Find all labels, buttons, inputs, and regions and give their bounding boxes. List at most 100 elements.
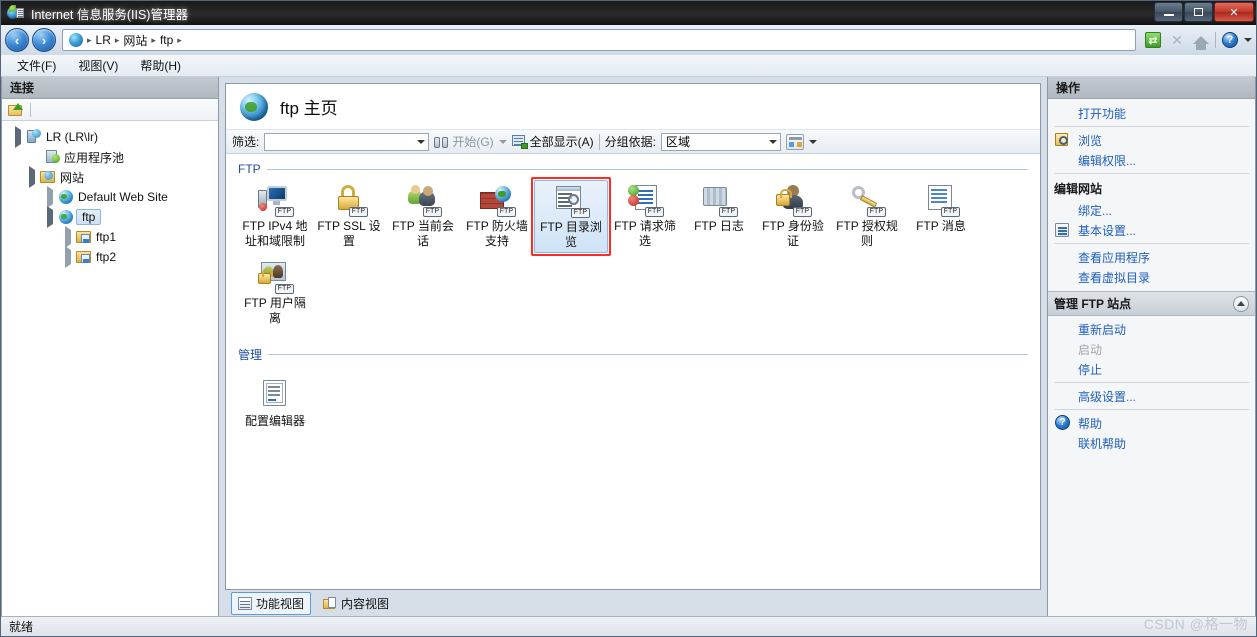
breadcrumb-separator: ▸ [114,34,120,45]
menu-item-file[interactable]: 文件(F) [17,57,56,74]
minimize-button[interactable] [1154,2,1183,22]
section-title: 管理 [238,348,263,362]
tree-item-default-web-site[interactable]: Default Web Site [6,186,214,208]
feature-ftp-authorization-rules[interactable]: FTP FTP 授权规则 [830,180,904,253]
action-view-applications[interactable]: 查看应用程序 [1048,247,1255,267]
tree-item-ftp[interactable]: ftp [6,206,214,228]
action-label: 浏览 [1078,133,1103,148]
configuration-editor-icon [258,379,292,411]
action-label: 帮助 [1078,416,1103,431]
expander-closed-icon[interactable] [47,186,53,208]
feature-ftp-ssl-settings[interactable]: FTP FTP SSL 设置 [312,180,386,253]
feature-label: FTP 日志 [694,219,744,233]
expander-open-icon[interactable] [47,206,53,228]
expander-open-icon[interactable] [29,166,35,188]
feature-label: FTP 请求筛选 [614,219,676,248]
nav-toolbar: ⇄ ✕ ? [1139,30,1252,50]
tree-item-app-pools[interactable]: 应用程序池 [6,147,214,167]
feature-ftp-messages[interactable]: FTP FTP 消息 [904,180,978,253]
features-view-icon [238,596,252,610]
actions-divider [1054,409,1249,410]
view-mode-button[interactable] [786,133,805,150]
group-by-select[interactable]: 区域 [661,132,782,151]
collapse-chevron-icon[interactable] [1233,295,1249,312]
tab-features-view[interactable]: 功能视图 [231,591,312,615]
tree-item-sites[interactable]: 网站 [6,166,214,188]
action-edit-permissions[interactable]: 编辑权限... [1048,150,1255,170]
expander-closed-icon[interactable] [65,226,71,248]
breadcrumb-item-sites[interactable]: 网站 [123,32,147,49]
website-globe-icon [58,189,74,205]
view-tab-bar: 功能视图 内容视图 [225,590,1041,616]
help-button[interactable]: ? [1220,30,1240,50]
action-stop[interactable]: 停止 [1048,359,1255,379]
server-icon [26,129,42,145]
action-bindings[interactable]: 绑定... [1048,200,1255,220]
feature-ftp-firewall-support[interactable]: FTP FTP 防火墙支持 [460,180,534,253]
action-label: 重新启动 [1078,322,1127,337]
menu-item-help[interactable]: 帮助(H) [140,57,181,74]
feature-ftp-directory-browsing[interactable]: FTP FTP 目录浏览 [531,177,611,256]
stop-button[interactable]: ✕ [1167,30,1187,50]
chevron-down-icon[interactable] [769,139,778,144]
feature-configuration-editor[interactable]: 配置编辑器 [238,375,312,431]
filter-input[interactable] [264,132,430,151]
action-view-virtual-directories[interactable]: 查看虚拟目录 [1048,267,1255,287]
action-advanced-settings[interactable]: 高级设置... [1048,386,1255,406]
connections-tree: LR (LR\lr) 应用程序池 网站 Default Web Site ftp… [2,121,218,616]
home-button[interactable] [1191,30,1211,50]
close-button[interactable]: ✕ [1214,2,1254,22]
iis-manager-window: Internet 信息服务(IIS)管理器 ✕ ‹ › ▸ LR ▸ 网站 ▸ … [0,0,1257,637]
expander-open-icon[interactable] [15,126,21,148]
action-open-feature[interactable]: 打开功能 [1048,103,1255,123]
ftp-feature-grid: FTP FTP IPv4 地址和域限制 FTP FTP SSL 设置 FTP F… [238,177,1028,332]
action-restart[interactable]: 重新启动 [1048,319,1255,339]
feature-ftp-authentication[interactable]: FTP FTP 身份验证 [756,180,830,253]
expander-closed-icon[interactable] [65,246,71,268]
connect-to-server-icon[interactable] [8,102,24,117]
connections-toolbar [2,99,218,121]
menu-item-view[interactable]: 视图(V) [78,57,118,74]
maximize-button[interactable] [1184,2,1213,22]
spacer-icon [1054,152,1072,168]
action-online-help[interactable]: 联机帮助 [1048,433,1255,453]
start-filter-button[interactable]: 开始(G) [434,133,494,150]
tree-item-server[interactable]: LR (LR\lr) [6,126,214,148]
actions-group-manage-ftp-site[interactable]: 管理 FTP 站点 [1048,291,1255,316]
feature-ftp-current-sessions[interactable]: FTP FTP 当前会话 [386,180,460,253]
feature-ftp-ipv4-restrictions[interactable]: FTP FTP IPv4 地址和域限制 [238,180,312,253]
feature-ftp-request-filtering[interactable]: FTP FTP 请求筛选 [608,180,682,253]
management-feature-grid: 配置编辑器 [238,367,1028,435]
tab-content-view[interactable]: 内容视图 [317,593,395,614]
chevron-down-icon[interactable] [417,139,426,144]
virtual-dir-icon [76,249,92,265]
show-all-button[interactable]: 全部显示(A) [511,133,594,150]
chevron-down-icon[interactable] [498,139,507,144]
breadcrumb[interactable]: ▸ LR ▸ 网站 ▸ ftp ▸ [62,29,1136,51]
feature-pane: ftp 主页 筛选: 开始(G) 全部显示(A) 分组依据: 区域 FTP FT… [225,83,1041,590]
forward-button[interactable]: › [32,28,56,52]
action-help[interactable]: ? 帮助 [1048,413,1255,433]
tree-item-label: Default Web Site [78,190,168,204]
tree-item-ftp1[interactable]: ftp1 [6,226,214,248]
feature-ftp-logging[interactable]: FTP FTP 日志 [682,180,756,253]
action-browse[interactable]: 浏览 [1048,130,1255,150]
feature-ftp-user-isolation[interactable]: FTP FTP 用户隔离 [238,257,312,328]
chevron-down-icon[interactable] [809,139,818,144]
feature-label: FTP 授权规则 [836,219,898,248]
actions-divider [1054,382,1249,383]
breadcrumb-item-lr[interactable]: LR [96,33,111,47]
ftp-directory-browsing-icon: FTP [554,185,590,218]
watermark: CSDN @格一物 [1143,616,1248,632]
action-label: 打开功能 [1078,106,1127,121]
breadcrumb-item-ftp[interactable]: ftp [160,33,173,47]
back-button[interactable]: ‹ [5,28,29,52]
actions-subhead-edit-site: 编辑网站 [1054,182,1103,196]
tree-item-ftp2[interactable]: ftp2 [6,246,214,268]
chevron-down-icon[interactable] [1244,38,1252,42]
refresh-button[interactable]: ⇄ [1143,30,1163,50]
ftp-ssl-settings-icon: FTP [332,184,368,217]
feature-label: FTP 当前会话 [392,219,454,248]
action-basic-settings[interactable]: 基本设置... [1048,220,1255,240]
binoculars-icon [434,136,449,148]
